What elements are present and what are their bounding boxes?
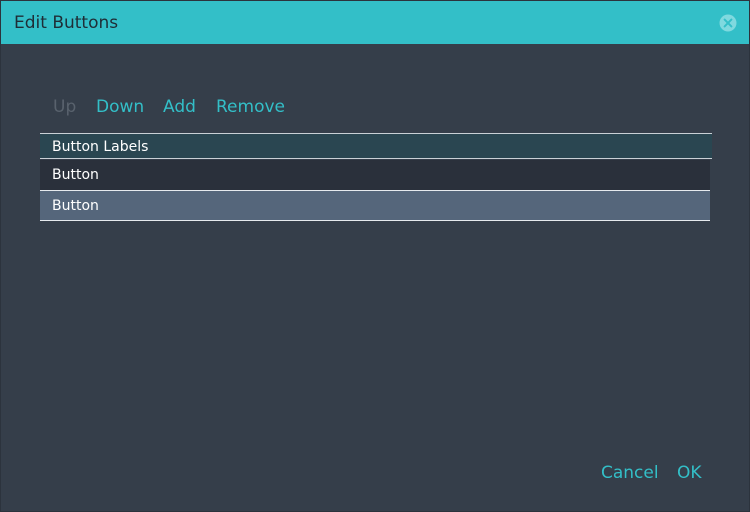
close-icon[interactable] bbox=[719, 14, 737, 32]
edit-buttons-dialog: Edit Buttons Up Down Add Remove Button L… bbox=[0, 0, 750, 512]
table-row-selected[interactable]: Button bbox=[40, 190, 710, 221]
row-label: Button bbox=[52, 198, 99, 214]
up-button[interactable]: Up bbox=[53, 97, 76, 117]
table-header: Button Labels bbox=[40, 133, 712, 159]
column-header-button-labels: Button Labels bbox=[52, 139, 149, 155]
remove-button[interactable]: Remove bbox=[216, 97, 285, 117]
down-button[interactable]: Down bbox=[96, 97, 144, 117]
row-label: Button bbox=[52, 167, 99, 183]
cancel-button[interactable]: Cancel bbox=[601, 463, 659, 483]
ok-button[interactable]: OK bbox=[677, 463, 702, 483]
title-bar: Edit Buttons bbox=[1, 1, 749, 44]
add-button[interactable]: Add bbox=[163, 97, 196, 117]
table-row[interactable]: Button bbox=[40, 160, 710, 190]
dialog-title: Edit Buttons bbox=[14, 13, 119, 33]
